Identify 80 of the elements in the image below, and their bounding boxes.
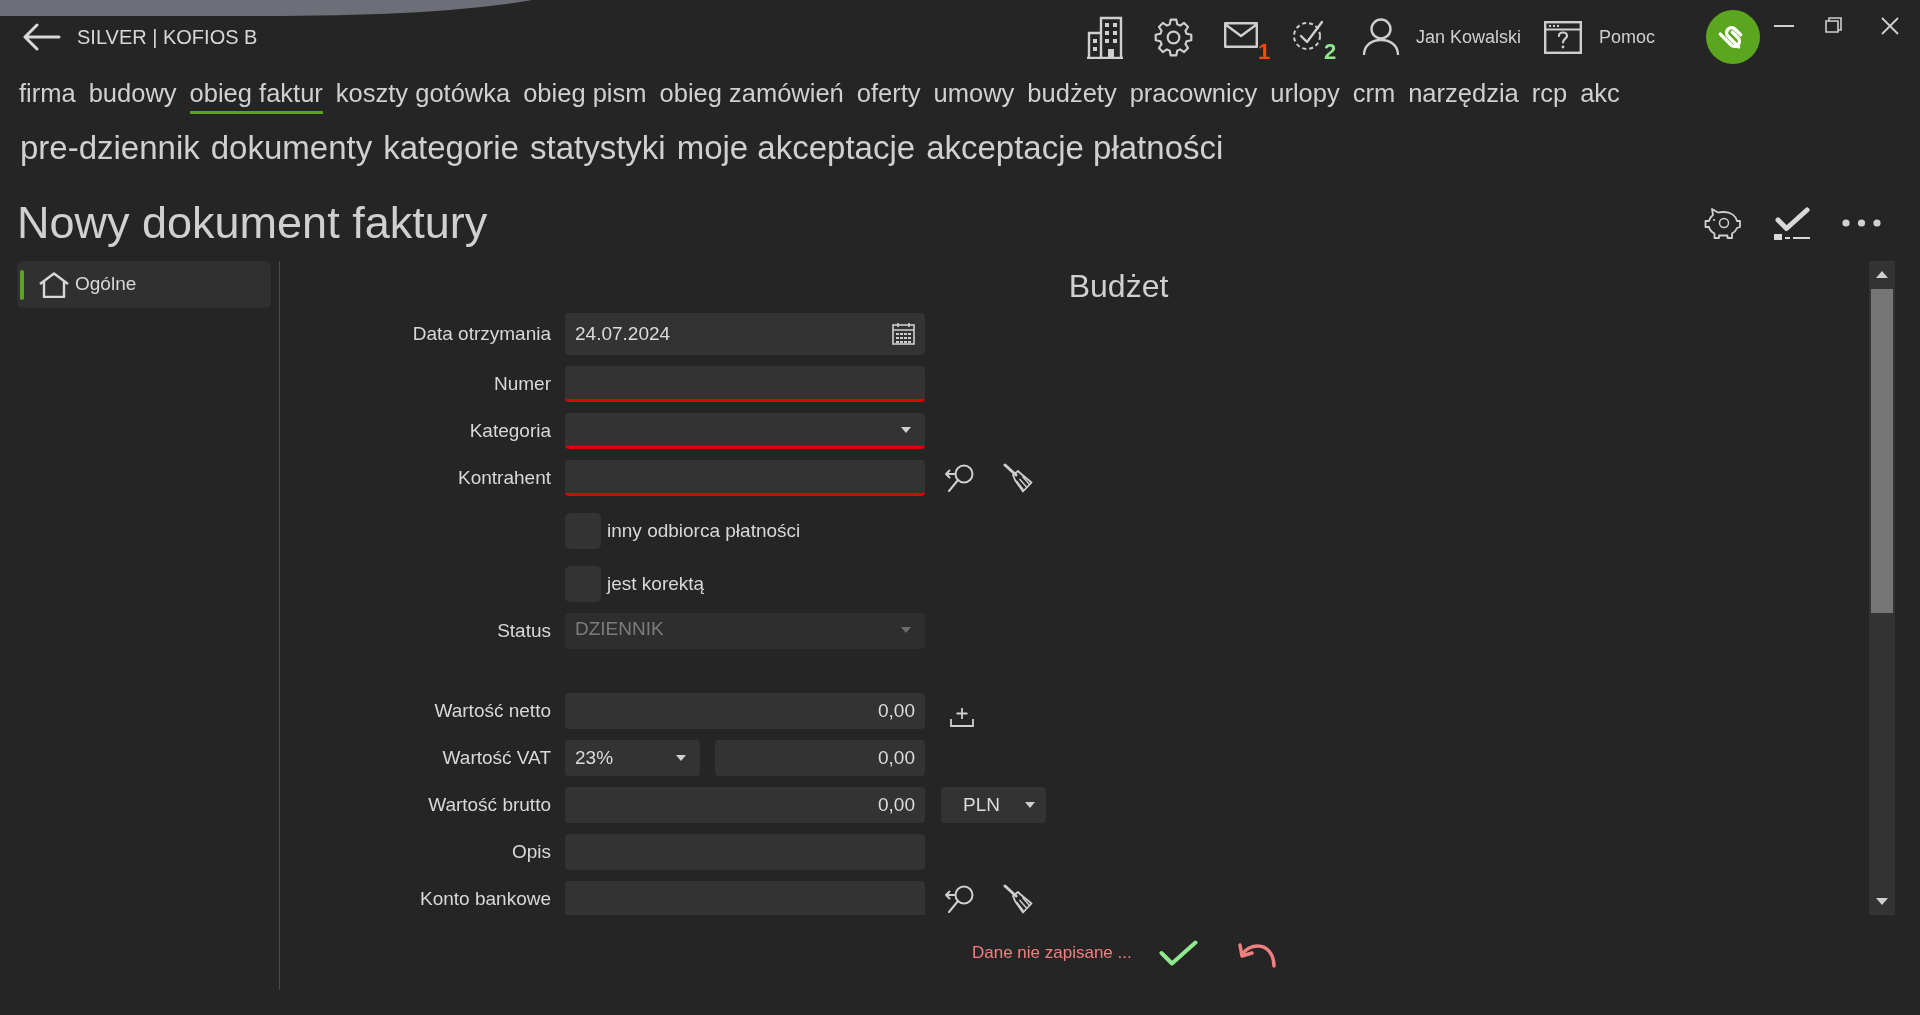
subnav-tab[interactable]: moje akceptacje — [676, 128, 916, 173]
dropdown[interactable]: 23% — [565, 740, 700, 776]
nav-tab[interactable]: umowy — [933, 78, 1015, 114]
broom-icon[interactable] — [1003, 884, 1033, 914]
nav-tab[interactable]: oferty — [856, 78, 921, 114]
amount-field[interactable]: 0,00 — [715, 740, 925, 776]
dropdown[interactable] — [565, 413, 925, 449]
lasso-icon[interactable] — [944, 464, 974, 492]
text-field[interactable] — [565, 366, 925, 402]
home-icon — [38, 271, 70, 298]
text-field[interactable] — [565, 460, 925, 496]
restore-icon[interactable] — [1825, 17, 1842, 33]
mail-icon[interactable] — [1224, 22, 1258, 48]
subnav-tab[interactable]: pre-dziennik — [20, 128, 200, 173]
field-label: Wartość VAT — [442, 745, 551, 770]
date-field[interactable]: 24.07.2024 — [565, 313, 925, 355]
close-icon[interactable] — [1881, 17, 1899, 35]
notification-count: 1 — [1258, 41, 1271, 63]
subnav-tab[interactable]: statystyki — [529, 128, 666, 173]
nav-tab[interactable]: crm — [1352, 78, 1396, 114]
nav-tab[interactable]: budowy — [88, 78, 177, 114]
add-icon[interactable] — [950, 707, 974, 727]
building-icon[interactable] — [1086, 15, 1124, 59]
field-label: Wartość netto — [434, 698, 551, 723]
checkmark-icon[interactable] — [1158, 939, 1198, 966]
app-title: SILVER | KOFIOS B — [77, 25, 258, 50]
field-label: Status — [497, 618, 551, 643]
sidebar-item[interactable]: Ogólne — [17, 261, 271, 308]
unsaved-message: Dane nie zapisane ... — [972, 941, 1132, 964]
piggy-bank-icon[interactable] — [1704, 206, 1741, 240]
nav-tab[interactable]: pracownicy — [1129, 78, 1258, 114]
nav-tab[interactable]: obieg zamówień — [659, 78, 844, 114]
field-label: Wartość brutto — [428, 792, 551, 817]
scroll-down-icon[interactable] — [1876, 898, 1888, 905]
nav-tab[interactable]: rcp — [1531, 78, 1568, 114]
amount-field[interactable]: 0,00 — [565, 693, 925, 729]
help-icon[interactable] — [1544, 20, 1582, 54]
user-icon[interactable] — [1362, 18, 1400, 56]
field-label: Numer — [494, 371, 551, 396]
nav-tab[interactable]: akc — [1580, 78, 1620, 114]
amount-field[interactable]: 0,00 — [565, 787, 925, 823]
subnav-tab[interactable]: akceptacje płatności — [926, 128, 1224, 173]
calendar-icon[interactable] — [892, 323, 915, 345]
nav-tab[interactable]: narzędzia — [1408, 78, 1519, 114]
field-label: Konto bankowe — [420, 886, 551, 911]
check-underline-icon[interactable] — [1773, 206, 1811, 240]
checkbox-label: inny odbiorca płatności — [607, 518, 801, 543]
nav-tab[interactable]: firma — [19, 78, 76, 114]
dropdown[interactable]: PLN — [941, 787, 1046, 823]
caret-icon — [901, 426, 911, 433]
notification-count: 2 — [1324, 41, 1337, 63]
lasso-icon[interactable] — [944, 885, 974, 913]
field-label: Kontrahent — [458, 465, 551, 490]
scrollbar[interactable] — [1869, 261, 1895, 915]
section-heading: Budżet — [1068, 267, 1169, 305]
logo-icon[interactable] — [1706, 10, 1760, 64]
field-label: Data otrzymania — [412, 321, 551, 346]
broom-icon[interactable] — [1003, 463, 1033, 493]
user-name[interactable]: Jan Kowalski — [1416, 23, 1522, 51]
field-label: Kategoria — [469, 418, 551, 443]
field-label: Opis — [511, 839, 551, 864]
page-title: Nowy dokument faktury — [17, 197, 488, 249]
scroll-up-icon[interactable] — [1876, 271, 1888, 278]
nav-tab[interactable]: urlopy — [1270, 78, 1340, 114]
scrollbar-thumb[interactable] — [1871, 289, 1893, 613]
nav-tab[interactable]: budżety — [1027, 78, 1117, 114]
help-link[interactable]: Pomoc — [1599, 23, 1656, 51]
subnav-tab[interactable]: dokumenty — [210, 128, 373, 173]
checkbox-label: jest korektą — [607, 571, 705, 596]
caret-icon — [1025, 802, 1035, 808]
nav-tab[interactable]: obieg faktur — [189, 78, 323, 114]
subnav-tab[interactable]: kategorie — [383, 128, 519, 173]
back-arrow-icon[interactable] — [22, 23, 61, 51]
settings-icon[interactable] — [1154, 17, 1193, 57]
dashed-check-icon[interactable] — [1293, 19, 1323, 51]
more-icon[interactable] — [1842, 219, 1881, 227]
nav-tab[interactable]: koszty gotówka — [335, 78, 511, 114]
caret-icon — [901, 626, 911, 633]
nav-tab[interactable]: obieg pism — [523, 78, 647, 114]
caret-icon — [676, 755, 686, 761]
